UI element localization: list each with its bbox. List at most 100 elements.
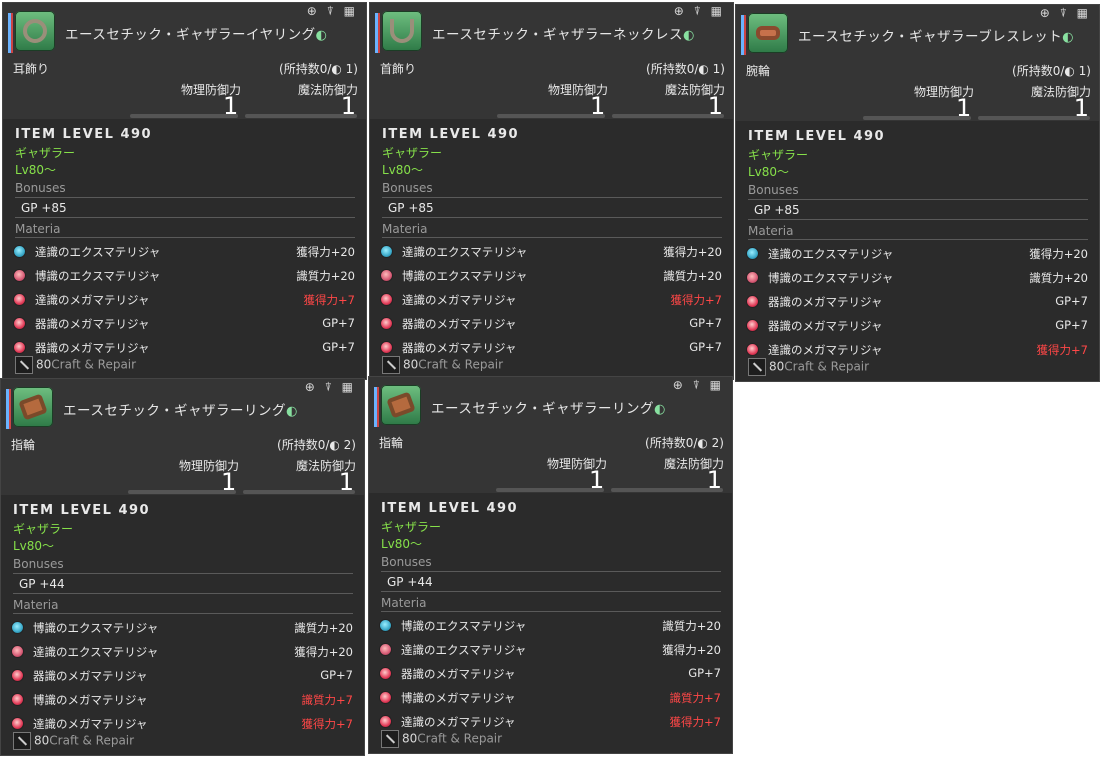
mag-def-bar [611, 488, 723, 492]
materia-icon [380, 317, 393, 330]
required-level: Lv80～ [381, 537, 423, 551]
item-icon [382, 11, 422, 51]
materia-name: 器識のメガマテリジャ [401, 667, 516, 681]
materia-name: 器識のメガマテリジャ [33, 669, 148, 683]
materia-row: 達識のエクスマテリジャ 獲得力+20 [744, 245, 1088, 265]
materia-icon [379, 715, 392, 728]
materia-icon [13, 293, 26, 306]
equip-slot: 腕輪 [746, 64, 771, 78]
divider [13, 613, 353, 614]
item-tooltip: エースセチック・ギャザラーリング◐ ⊕ ⍒ ▦ 指輪 (所持数0/◐ 2) 物理… [368, 376, 733, 754]
materia-row: 器識のメガマテリジャ GP+7 [744, 317, 1088, 337]
materia-heading: Materia [13, 598, 59, 612]
repair-tool-icon [13, 732, 31, 750]
materia-name: 博識のエクスマテリジャ [35, 269, 161, 283]
materia-value: GP+7 [689, 316, 722, 330]
materia-icon [11, 669, 24, 682]
craft-label: Craft & Repair [417, 731, 503, 746]
materia-icon [11, 717, 24, 730]
divider [381, 611, 721, 612]
owned-count: (所持数0/◐ 2) [277, 438, 356, 452]
bonuses-heading: Bonuses [15, 181, 66, 195]
equip-slot: 耳飾り [13, 62, 50, 76]
tooltip-tool-icons[interactable]: ⊕ ⍒ ▦ [307, 4, 358, 19]
bonus-stat: GP +44 [19, 577, 65, 591]
divider [381, 571, 721, 572]
materia-value: GP+7 [1055, 318, 1088, 332]
materia-name: 器識のメガマテリジャ [35, 317, 150, 331]
item-level: ITEM LEVEL 490 [381, 501, 519, 516]
materia-value: GP+7 [322, 340, 355, 354]
craft-level: 80 [402, 731, 418, 746]
materia-icon [13, 269, 26, 282]
divider [381, 591, 721, 592]
divider [748, 239, 1088, 240]
materia-row: 器識のメガマテリジャ GP+7 [377, 665, 721, 685]
item-tooltip: エースセチック・ギャザラーイヤリング◐ ⊕ ⍒ ▦ 耳飾り (所持数0/◐ 1)… [2, 2, 367, 380]
craft-level: 80 [36, 357, 52, 372]
materia-icon [11, 645, 24, 658]
item-name: エースセチック・ギャザラーリング◐ [63, 403, 298, 419]
mag-def-bar [245, 114, 357, 118]
phys-def-bar [496, 488, 604, 492]
materia-value: 獲得力+7 [1036, 343, 1088, 357]
item-gem-icon [386, 391, 416, 419]
owned-count: (所持数0/◐ 2) [645, 436, 724, 450]
materia-value: 獲得力+7 [670, 293, 722, 307]
craft-label: Craft & Repair [418, 357, 504, 372]
materia-row: 博識のエクスマテリジャ 識質力+20 [377, 617, 721, 637]
materia-value: 識質力+20 [296, 269, 355, 283]
craft-repair: 80Craft & Repair [382, 356, 503, 374]
materia-name: 達識のメガマテリジャ [35, 293, 150, 307]
materia-name: 博識のメガマテリジャ [401, 691, 516, 705]
item-gem-icon [18, 393, 48, 421]
tooltip-header: エースセチック・ギャザラーネックレス◐ ⊕ ⍒ ▦ 首飾り (所持数0/◐ 1)… [370, 3, 733, 120]
item-level: ITEM LEVEL 490 [13, 503, 151, 518]
materia-icon [380, 245, 393, 258]
materia-value: 獲得力+20 [663, 245, 722, 259]
materia-row: 博識のエクスマテリジャ 識質力+20 [378, 267, 722, 287]
materia-name: 器識のメガマテリジャ [35, 341, 150, 355]
craft-label: Craft & Repair [51, 357, 137, 372]
rarity-bar-accent [744, 15, 746, 55]
item-level: ITEM LEVEL 490 [748, 129, 886, 144]
item-icon [13, 387, 53, 427]
tooltip-tool-icons[interactable]: ⊕ ⍒ ▦ [673, 378, 724, 393]
divider [15, 197, 355, 198]
materia-heading: Materia [382, 222, 428, 236]
materia-value: 獲得力+20 [294, 645, 353, 659]
hq-icon: ◐ [315, 28, 328, 43]
job-class: ギャザラー [381, 520, 442, 534]
tooltip-tool-icons[interactable]: ⊕ ⍒ ▦ [305, 380, 356, 395]
tooltip-tool-icons[interactable]: ⊕ ⍒ ▦ [1040, 6, 1091, 21]
materia-icon [13, 317, 26, 330]
materia-name: 達識のエクスマテリジャ [402, 245, 528, 259]
equip-slot: 指輪 [379, 436, 404, 450]
materia-icon [380, 341, 393, 354]
materia-name: 達識のメガマテリジャ [33, 717, 148, 731]
materia-icon [380, 293, 393, 306]
repair-tool-icon [381, 730, 399, 748]
materia-name: 博識のメガマテリジャ [33, 693, 148, 707]
materia-value: 獲得力+7 [301, 717, 353, 731]
materia-name: 器識のメガマテリジャ [402, 341, 517, 355]
materia-row: 達識のメガマテリジャ 獲得力+7 [11, 291, 355, 311]
item-gem-icon [756, 26, 780, 40]
item-icon [748, 13, 788, 53]
materia-name: 達識のメガマテリジャ [402, 293, 517, 307]
item-name: エースセチック・ギャザラーネックレス◐ [432, 27, 695, 43]
mag-def-bar [612, 114, 724, 118]
materia-row: 博識のメガマテリジャ 識質力+7 [377, 689, 721, 709]
bonus-stat: GP +85 [754, 203, 800, 217]
craft-level: 80 [34, 733, 50, 748]
tooltip-tool-icons[interactable]: ⊕ ⍒ ▦ [674, 4, 725, 19]
materia-heading: Materia [381, 596, 427, 610]
materia-name: 達識のメガマテリジャ [401, 715, 516, 729]
item-name: エースセチック・ギャザラーイヤリング◐ [65, 27, 328, 43]
materia-row: 達識のメガマテリジャ 獲得力+7 [378, 291, 722, 311]
equip-slot: 指輪 [11, 438, 36, 452]
equip-slot: 首飾り [380, 62, 417, 76]
materia-value: 識質力+20 [1029, 271, 1088, 285]
materia-name: 博識のエクスマテリジャ [402, 269, 528, 283]
phys-def-bar [497, 114, 605, 118]
